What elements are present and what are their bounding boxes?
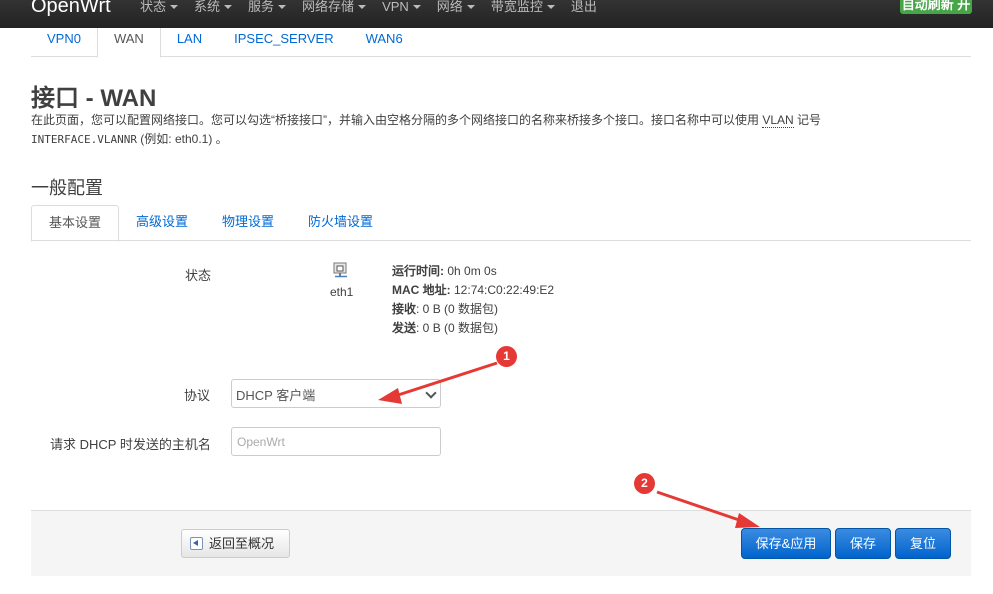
annotation-marker-1: 1 (496, 346, 517, 367)
chevron-down-icon (425, 387, 437, 399)
chevron-down-icon (546, 5, 555, 9)
back-arrow-icon (190, 537, 203, 550)
menu-network[interactable]: 网络 (437, 0, 475, 28)
annotation-marker-2: 2 (634, 473, 655, 494)
menu-bandwidth[interactable]: 带宽监控 (491, 0, 555, 28)
status-details: 运行时间: 0h 0m 0s MAC 地址: 12:74:C0:22:49:E2… (392, 264, 555, 335)
chevron-down-icon (358, 5, 367, 9)
hostname-input[interactable]: OpenWrt (231, 427, 441, 456)
tab-basic-settings[interactable]: 基本设置 (31, 205, 120, 242)
reset-button[interactable]: 复位 (895, 528, 951, 559)
save-apply-button[interactable]: 保存&应用 (741, 528, 831, 559)
menu-vpn[interactable]: VPN (382, 0, 421, 28)
section-title: 一般配置 (31, 178, 103, 198)
status-label: 状态 (185, 268, 212, 283)
menu-status[interactable]: 状态 (140, 0, 179, 28)
page-title: 接口 - WAN (31, 85, 157, 112)
main-menu: 状态 系统 服务 网络存储 VPN 网络 带宽监控 退出 (140, 0, 613, 28)
tab-ipsec-server[interactable]: IPSEC_SERVER (218, 28, 349, 57)
brand-logo[interactable]: OpenWrt (31, 0, 111, 18)
menu-services[interactable]: 服务 (248, 0, 287, 28)
chevron-down-icon (278, 5, 287, 9)
tab-advanced-settings[interactable]: 高级设置 (119, 205, 205, 241)
menu-nas[interactable]: 网络存储 (302, 0, 367, 28)
menu-system[interactable]: 系统 (194, 0, 233, 28)
protocol-select[interactable]: DHCP 客户端 (231, 379, 441, 408)
save-button[interactable]: 保存 (835, 528, 891, 559)
tab-physical-settings[interactable]: 物理设置 (205, 205, 291, 241)
vlan-abbr: VLAN (762, 113, 794, 128)
page-description: 在此页面，您可以配置网络接口。您可以勾选“桥接接口”，并输入由空格分隔的多个网络… (31, 113, 822, 146)
back-to-overview-button[interactable]: 返回至概况 (181, 529, 290, 558)
interface-notation: INTERFACE.VLANNR (31, 133, 137, 146)
hostname-label: 请求 DHCP 时发送的主机名 (50, 437, 211, 452)
interface-tabs: VPN0 WAN LAN IPSEC_SERVER WAN6 (31, 28, 971, 58)
menu-logout[interactable]: 退出 (571, 0, 597, 28)
tab-lan[interactable]: LAN (161, 28, 218, 57)
tab-wan6[interactable]: WAN6 (350, 28, 419, 57)
chevron-down-icon (170, 5, 179, 9)
chevron-down-icon (412, 5, 421, 9)
top-navbar: OpenWrt 状态 系统 服务 网络存储 VPN 网络 带宽监控 退出 自动刷… (0, 0, 993, 28)
ethernet-port-icon (333, 262, 347, 278)
chevron-down-icon (224, 5, 233, 9)
tab-firewall-settings[interactable]: 防火墙设置 (291, 205, 390, 241)
interface-name: eth1 (330, 285, 354, 299)
chevron-down-icon (466, 5, 475, 9)
tab-vpn0[interactable]: VPN0 (31, 28, 97, 57)
section-tabs: 基本设置 高级设置 物理设置 防火墙设置 (31, 205, 971, 242)
protocol-label: 协议 (184, 388, 211, 403)
auto-refresh-toggle[interactable]: 自动刷新 开 (900, 0, 972, 14)
tab-wan[interactable]: WAN (96, 28, 161, 58)
